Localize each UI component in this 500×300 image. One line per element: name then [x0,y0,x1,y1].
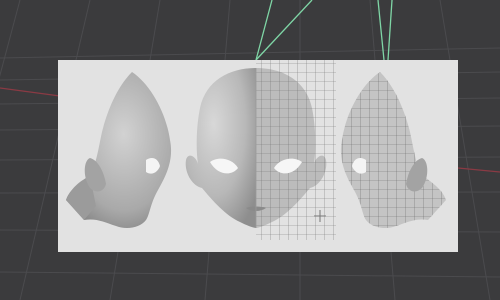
3d-viewport[interactable] [0,0,500,300]
viewport-canvas[interactable] [0,0,500,300]
